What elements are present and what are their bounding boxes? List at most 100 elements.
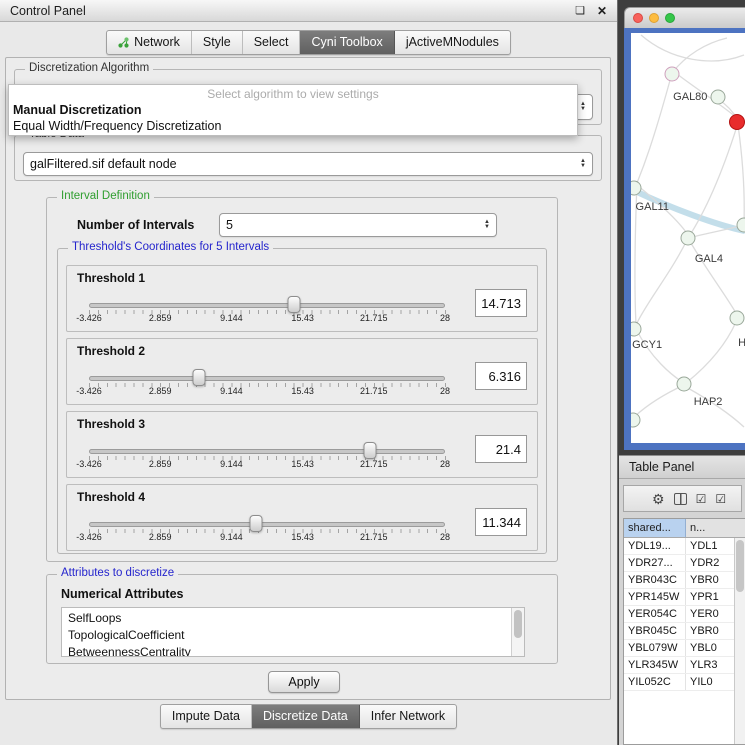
close-traffic-light-icon[interactable] — [633, 13, 643, 23]
network-node-label: GCY1 — [632, 339, 662, 351]
table-row[interactable]: YBR045CYBR0 — [624, 623, 745, 640]
tab-jactivemnodules[interactable]: jActiveMNodules — [395, 31, 510, 54]
list-scrollbar[interactable] — [511, 608, 524, 656]
attribute-list-item[interactable]: TopologicalCoefficient — [68, 627, 524, 644]
attribute-list-item[interactable]: BetweennessCentrality — [68, 644, 524, 657]
slider-scale: -3.4262.8599.14415.4321.71528 — [67, 532, 537, 544]
table-row[interactable]: YDR27...YDR2 — [624, 555, 745, 572]
tab-infer-network[interactable]: Infer Network — [360, 705, 456, 728]
scale-label: 2.859 — [149, 459, 172, 469]
stepper-icon: ▲▼ — [484, 220, 490, 230]
dropdown-placeholder: Select algorithm to view settings — [9, 86, 577, 102]
threshold-slider-thumb[interactable] — [364, 442, 377, 459]
network-icon — [118, 37, 129, 48]
stepper-icon: ▲▼ — [580, 159, 586, 169]
threshold-coordinates-group: Threshold's Coordinates for 5 Intervals … — [57, 248, 547, 554]
checkbox-icon[interactable]: ☑ — [715, 493, 726, 505]
tab-discretize-data[interactable]: Discretize Data — [252, 705, 360, 728]
table-cell: YBR043C — [624, 572, 686, 588]
close-icon[interactable]: ✕ — [597, 4, 607, 18]
zoom-traffic-light-icon[interactable] — [665, 13, 675, 23]
network-node[interactable] — [736, 217, 745, 232]
scale-label: -3.426 — [76, 313, 102, 323]
float-window-icon[interactable]: ❏ — [575, 4, 585, 17]
threshold-slider-track[interactable] — [89, 522, 445, 527]
table-data-group: Table Data galFiltered.sif default node … — [14, 135, 602, 181]
scale-label: -3.426 — [76, 532, 102, 542]
threshold-value-field[interactable]: 11.344 — [475, 508, 527, 536]
tab-style[interactable]: Style — [192, 31, 243, 54]
table-panel-title: Table Panel — [629, 460, 694, 474]
checkbox-icon[interactable]: ☑ — [696, 493, 707, 505]
top-tab-bar: Network Style Select Cyni Toolbox jActiv… — [0, 30, 617, 55]
network-node[interactable] — [730, 310, 745, 325]
threshold-slider-thumb[interactable] — [288, 296, 301, 313]
threshold-value-field[interactable]: 14.713 — [475, 289, 527, 317]
cyni-toolbox-panel: Discretization Algorithm ▲▼ Table Data g… — [5, 57, 611, 700]
threshold-slider-track[interactable] — [89, 303, 445, 308]
numerical-attributes-list: SelfLoopsTopologicalCoefficientBetweenne… — [61, 607, 525, 657]
table-panel-header: Table Panel — [619, 455, 745, 479]
gear-icon[interactable]: ⚙ — [652, 492, 665, 506]
interval-definition-group: Interval Definition Number of Intervals … — [46, 197, 558, 562]
table-row[interactable]: YDL19...YDL1 — [624, 538, 745, 555]
threshold-1-panel: Threshold 1 -3.4262.8599.14415.4321.7152… — [66, 265, 538, 332]
desktop-background: GAL80GAL11GAL4GCY1HHAP2 — [619, 0, 745, 455]
tab-cyni-toolbox[interactable]: Cyni Toolbox — [300, 31, 394, 54]
threshold-slider-thumb[interactable] — [193, 369, 206, 386]
scale-label: 9.144 — [220, 313, 243, 323]
network-node[interactable] — [681, 231, 696, 246]
tab-impute-data[interactable]: Impute Data — [161, 705, 252, 728]
dropdown-option-equal-width[interactable]: Equal Width/Frequency Discretization — [9, 118, 577, 134]
tab-label: Style — [203, 35, 231, 49]
scale-label: 15.43 — [291, 386, 314, 396]
network-node[interactable] — [729, 114, 745, 130]
scale-label: 9.144 — [220, 459, 243, 469]
algorithm-dropdown-popup: Select algorithm to view settings Manual… — [8, 84, 578, 136]
number-of-intervals-select[interactable]: 5 ▲▼ — [219, 213, 497, 237]
scale-label: 2.859 — [149, 532, 172, 542]
table-scrollbar[interactable] — [734, 538, 745, 744]
scrollbar-thumb[interactable] — [514, 610, 522, 638]
threshold-slider-thumb[interactable] — [250, 515, 263, 532]
network-node[interactable] — [665, 67, 680, 82]
table-row[interactable]: YPR145WYPR1 — [624, 589, 745, 606]
table-data-select[interactable]: galFiltered.sif default node ▲▼ — [23, 152, 593, 176]
table-row[interactable]: YER054CYER0 — [624, 606, 745, 623]
tab-network[interactable]: Network — [107, 31, 192, 54]
tab-label: Select — [254, 35, 289, 49]
column-header-name[interactable]: n... — [686, 519, 745, 537]
attribute-list-item[interactable]: SelfLoops — [68, 610, 524, 627]
group-label: Threshold's Coordinates for 5 Intervals — [68, 241, 273, 253]
right-panel-column: GAL80GAL11GAL4GCY1HHAP2 Table Panel ⚙ ☑ … — [619, 0, 745, 745]
table-row[interactable]: YIL052CYIL0 — [624, 674, 745, 691]
table-row[interactable]: YBR043CYBR0 — [624, 572, 745, 589]
table-cell: YPR145W — [624, 589, 686, 605]
tab-select[interactable]: Select — [243, 31, 301, 54]
scale-label: 21.715 — [360, 386, 388, 396]
slider-scale: -3.4262.8599.14415.4321.71528 — [67, 386, 537, 398]
column-header-shared-name[interactable]: shared... — [624, 519, 686, 537]
window-title: Control Panel — [10, 4, 86, 18]
node-table: shared... n... YDL19...YDL1YDR27...YDR2Y… — [623, 518, 745, 745]
numerical-attributes-label: Numerical Attributes — [61, 587, 183, 601]
scale-label: 2.859 — [149, 313, 172, 323]
threshold-value-field[interactable]: 21.4 — [475, 435, 527, 463]
network-canvas[interactable]: GAL80GAL11GAL4GCY1HHAP2 — [631, 33, 745, 443]
threshold-slider-track[interactable] — [89, 449, 445, 454]
network-node[interactable] — [710, 89, 725, 104]
network-node[interactable] — [677, 376, 692, 391]
table-row[interactable]: YLR345WYLR3 — [624, 657, 745, 674]
table-cell: YER054C — [624, 606, 686, 622]
minimize-traffic-light-icon[interactable] — [649, 13, 659, 23]
scale-label: 28 — [440, 459, 450, 469]
scrollbar-thumb[interactable] — [736, 540, 744, 592]
columns-icon[interactable] — [674, 493, 687, 505]
dropdown-option-manual[interactable]: Manual Discretization — [9, 102, 577, 118]
threshold-value-field[interactable]: 6.316 — [475, 362, 527, 390]
threshold-slider-track[interactable] — [89, 376, 445, 381]
table-row[interactable]: YBL079WYBL0 — [624, 640, 745, 657]
apply-button[interactable]: Apply — [268, 671, 340, 693]
scale-label: 28 — [440, 532, 450, 542]
table-toolbar: ⚙ ☑ ☑ — [623, 485, 742, 512]
